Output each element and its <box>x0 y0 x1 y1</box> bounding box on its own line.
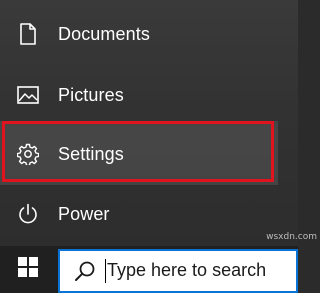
search-icon <box>74 260 96 282</box>
start-menu-item-label: Settings <box>58 143 124 164</box>
start-menu-item-label: Documents <box>58 23 150 44</box>
taskbar-search-box[interactable]: Type here to search <box>58 249 298 293</box>
start-menu: Documents Pictures Settings Power <box>0 0 298 246</box>
start-menu-item-power[interactable]: Power <box>0 184 298 244</box>
gear-icon <box>16 142 40 166</box>
search-placeholder: Type here to search <box>107 260 267 280</box>
start-menu-item-pictures[interactable]: Pictures <box>0 65 298 125</box>
taskbar: Type here to search <box>0 246 298 293</box>
windows-logo-icon <box>18 257 38 282</box>
power-icon <box>16 202 40 226</box>
watermark: wsxdn.com <box>266 232 317 242</box>
start-menu-item-documents[interactable]: Documents <box>0 4 298 64</box>
start-menu-item-label: Pictures <box>58 84 124 105</box>
start-menu-item-settings[interactable]: Settings <box>0 124 298 184</box>
picture-icon <box>16 83 40 107</box>
start-menu-item-label: Power <box>58 203 110 224</box>
start-button[interactable] <box>0 246 56 293</box>
document-icon <box>16 22 40 46</box>
text-caret <box>105 259 106 283</box>
